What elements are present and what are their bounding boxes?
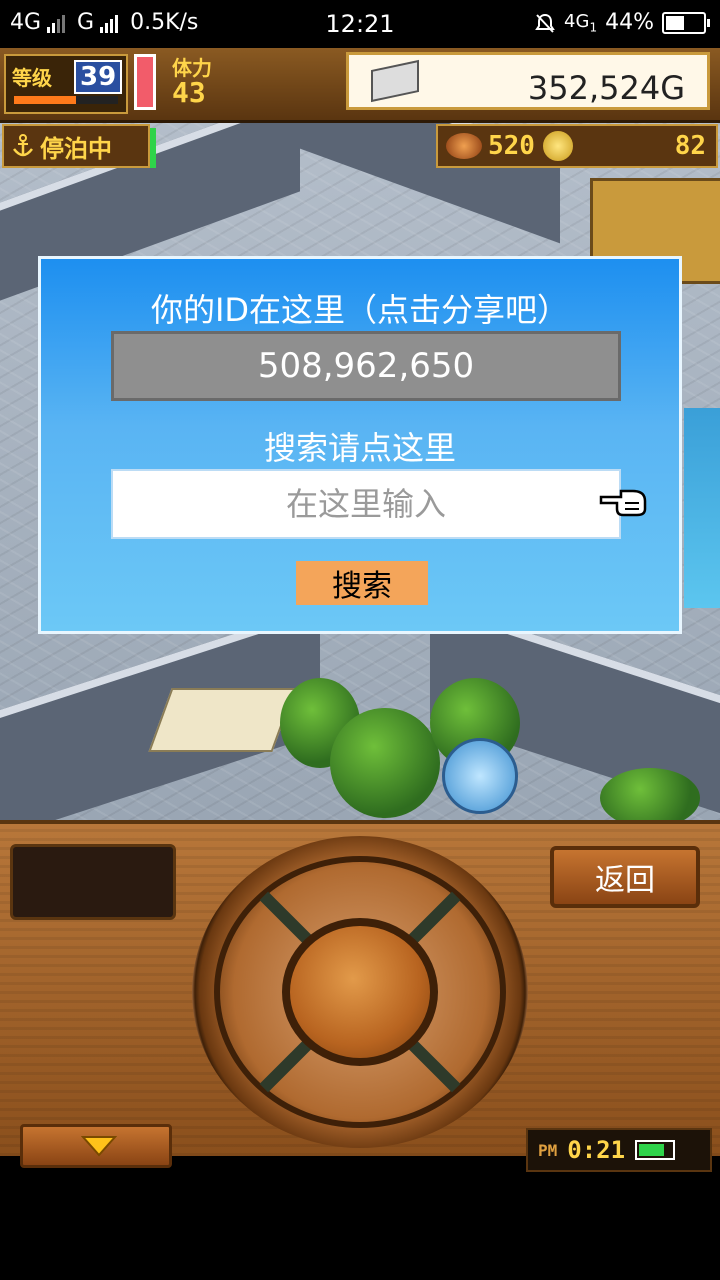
triangle-down-icon: [81, 1136, 117, 1157]
pointing-hand-icon: [599, 489, 647, 517]
back-button[interactable]: 返回: [550, 846, 700, 908]
bush: [330, 708, 440, 818]
level-panel: 等级 39: [4, 54, 128, 114]
info-screen: [10, 844, 176, 920]
directional-pad[interactable]: [192, 836, 528, 1148]
food-icon: [446, 133, 482, 159]
mute-icon: [535, 13, 555, 33]
water: [684, 408, 720, 608]
bush: [600, 768, 700, 820]
medal-count: 82: [674, 131, 706, 161]
anchor-status-badge[interactable]: 停泊中: [2, 124, 150, 168]
menu-down-button[interactable]: [20, 1124, 172, 1168]
medal-icon: [540, 129, 575, 163]
anchor-icon: [13, 134, 33, 157]
anchor-indicator: [150, 128, 156, 168]
level-progress-bar: [14, 96, 118, 104]
clock-ampm: PM: [538, 1140, 558, 1160]
anchor-status-label: 停泊中: [40, 134, 112, 163]
id-search-dialog: 你的ID在这里（点击分享吧） 508,962,650 搜索请点这里 搜索: [38, 256, 682, 634]
network-type-3: 4G: [564, 10, 590, 32]
clock-time: 0:21: [567, 1136, 626, 1164]
dialog-title: 你的ID在这里（点击分享吧）: [150, 291, 570, 329]
food-count: 520: [488, 131, 535, 161]
resource-bar[interactable]: 520 82: [436, 124, 718, 168]
game-battery-icon: [635, 1140, 676, 1160]
battery-percent: 44%: [605, 10, 654, 35]
game-clock: PM 0:21: [526, 1128, 712, 1172]
tent: [148, 688, 296, 752]
search-button[interactable]: 搜索: [296, 561, 428, 605]
level-label: 等级: [12, 66, 52, 90]
search-label: 搜索请点这里: [263, 429, 456, 467]
status-bar: 4G G 0.5K/s 12:21 4G1 44%: [0, 0, 720, 48]
stamina-gauge: [134, 54, 156, 110]
fountain: [442, 738, 518, 814]
control-panel: 返回 PM 0:21: [0, 820, 720, 1172]
top-hud: 等级 39 体力 43 352,524G: [0, 48, 720, 123]
battery-icon: [662, 11, 710, 34]
network-sim-index: 1: [589, 20, 598, 35]
level-value: 39: [74, 60, 123, 94]
dpad-center-button[interactable]: [282, 918, 438, 1066]
silver-bar-icon: [371, 59, 419, 103]
gold-panel[interactable]: 352,524G: [346, 52, 710, 110]
user-id-share-box[interactable]: 508,962,650: [111, 331, 621, 401]
gold-amount: 352,524G: [527, 69, 685, 107]
search-input[interactable]: [111, 469, 621, 539]
stamina-value: 43: [172, 76, 206, 109]
